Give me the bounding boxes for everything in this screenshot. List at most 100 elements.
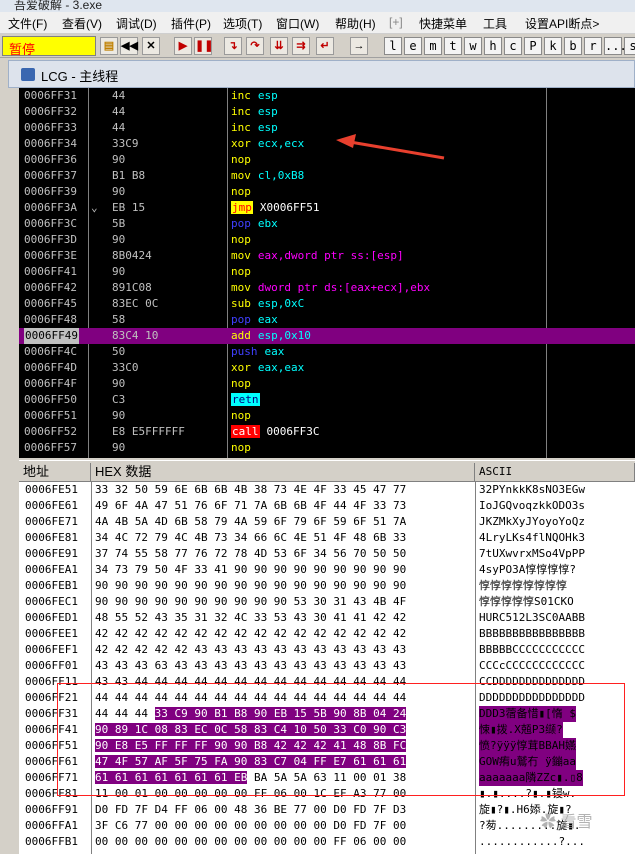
menu-tools[interactable]: 工具 [483, 15, 507, 32]
dump-header-hex[interactable]: HEX 数据 [91, 463, 475, 481]
disasm-row[interactable]: 0006FF4F 90 nop [19, 376, 635, 392]
pause-icon[interactable]: ❚❚ [194, 37, 213, 55]
disasm-row[interactable]: 0006FF34 33C9 xor ecx,ecx [19, 136, 635, 152]
open-icon[interactable]: ▤ [100, 37, 118, 55]
disasm-row[interactable]: 0006FF37 B1 B8 mov cl,0xB8 [19, 168, 635, 184]
disasm-row[interactable]: 0006FF33 44 inc esp [19, 120, 635, 136]
disasm-address: 0006FF31 [24, 89, 77, 102]
disasm-hex: EB 15 [112, 201, 146, 214]
window-handles-button[interactable]: h [484, 37, 502, 55]
dump-hex-plain: 42 42 42 42 42 42 42 42 42 42 42 42 42 4… [95, 627, 407, 640]
go-to-icon[interactable]: → [350, 37, 368, 55]
disasm-row[interactable]: 0006FF4D 33C0 xor eax,eax [19, 360, 635, 376]
disasm-hex: 33C0 [112, 361, 139, 374]
disasm-row[interactable]: 0006FF48 58 pop eax [19, 312, 635, 328]
disasm-instruction: jmp X0006FF51 [231, 200, 319, 216]
window-memory-button[interactable]: m [424, 37, 442, 55]
disasm-row[interactable]: 0006FF41 90 nop [19, 264, 635, 280]
dump-row[interactable]: 0006FE51 33 32 50 59 6E 6B 6B 4B 38 73 4E… [19, 482, 635, 498]
menu-options[interactable]: 选项(T) [223, 15, 262, 32]
menu-shortcuts[interactable]: 快捷菜单 [419, 15, 467, 32]
dump-address: 0006FE81 [25, 531, 78, 544]
disasm-row[interactable]: 0006FF3C 5B pop ebx [19, 216, 635, 232]
disasm-instruction: inc esp [231, 104, 278, 120]
dump-row[interactable]: 0006FFB1 00 00 00 00 00 00 00 00 00 00 00… [19, 834, 635, 850]
window-modules-button[interactable]: e [404, 37, 422, 55]
dump-row[interactable]: 0006FEB1 90 90 90 90 90 90 90 90 90 90 90… [19, 578, 635, 594]
disasm-row[interactable]: 0006FF32 44 inc esp [19, 104, 635, 120]
window-threads-button[interactable]: t [444, 37, 462, 55]
dump-address: 0006FEC1 [25, 595, 78, 608]
dump-row[interactable]: 0006FEA1 34 73 79 50 4F 33 41 90 90 90 90… [19, 562, 635, 578]
menu-help[interactable]: 帮助(H) [335, 15, 376, 32]
disasm-row[interactable]: 0006FF50 C3 retn [19, 392, 635, 408]
dump-address: 0006FEB1 [25, 579, 78, 592]
disasm-row[interactable]: 0006FF4C 50 push eax [19, 344, 635, 360]
disasm-address: 0006FF50 [24, 393, 77, 406]
disasm-row[interactable]: 0006FF51 90 nop [19, 408, 635, 424]
disasm-address: 0006FF3E [24, 249, 77, 262]
window-log-button[interactable]: l [384, 37, 402, 55]
disasm-row[interactable]: 0006FF3A ⌄ EB 15 jmp X0006FF51 [19, 200, 635, 216]
dump-header-ascii[interactable]: ASCII [475, 463, 635, 481]
step-over-icon[interactable]: ↷ [246, 37, 264, 55]
disasm-row[interactable]: 0006FF3E 8B0424 mov eax,dword ptr ss:[esp] [19, 248, 635, 264]
dump-row[interactable]: 0006FE61 49 6F 4A 47 51 76 6F 71 7A 6B 6B… [19, 498, 635, 514]
window-patches-button[interactable]: P [524, 37, 542, 55]
disasm-row[interactable]: 0006FF39 90 nop [19, 184, 635, 200]
dump-hex-plain: 4A 4B 5A 4D 6B 58 79 4A 59 6F 79 6F 59 6… [95, 515, 407, 528]
execute-till-return-icon[interactable]: ↵ [316, 37, 334, 55]
menu-view[interactable]: 查看(V) [62, 15, 102, 32]
disasm-operands: ebx [257, 217, 278, 230]
menu-file[interactable]: 文件(F) [8, 15, 47, 32]
disasm-row[interactable]: 0006FF3D 90 nop [19, 232, 635, 248]
window-windows-button[interactable]: w [464, 37, 482, 55]
disasm-row[interactable]: 0006FF31 44 inc esp [19, 88, 635, 104]
disasm-hex: 5B [112, 217, 126, 230]
menu-plus[interactable]: [+] [389, 15, 403, 29]
trace-into-icon[interactable]: ⇊ [270, 37, 288, 55]
disasm-instruction: mov dword ptr ds:[eax+ecx],ebx [231, 280, 430, 296]
window-more-button[interactable]: ... [604, 37, 627, 55]
disasm-row[interactable]: 0006FF36 90 nop [19, 152, 635, 168]
window-source-button[interactable]: s [624, 37, 635, 55]
menu-api-breakpoints[interactable]: 设置API断点> [525, 15, 599, 32]
dump-hex-bytes: 42 42 42 42 42 42 42 42 42 42 42 42 42 4… [95, 626, 406, 642]
window-references-button[interactable]: r [584, 37, 602, 55]
dump-row[interactable]: 0006FEF1 42 42 42 42 42 43 43 43 43 43 43… [19, 642, 635, 658]
disasm-row[interactable]: 0006FF45 83EC 0C sub esp,0xC [19, 296, 635, 312]
dump-ascii: ............?... [479, 835, 585, 848]
disasm-row[interactable]: 0006FF52 E8 E5FFFFFF call 0006FF3C [19, 424, 635, 440]
window-breakpoints-button[interactable]: b [564, 37, 582, 55]
disasm-operands: esp,0xC [257, 297, 305, 310]
restart-icon[interactable]: ◀◀ [120, 37, 138, 55]
disasm-row[interactable]: 0006FF57 90 nop [19, 440, 635, 456]
status-paused: 暂停 [2, 36, 96, 57]
disassembly-pane[interactable]: 0006FF31 44 inc esp 0006FF32 44 inc esp 0006FF33… [19, 88, 635, 458]
step-into-icon[interactable]: ↴ [224, 37, 242, 55]
menu-plugins[interactable]: 插件(P) [171, 15, 211, 32]
hex-dump-pane[interactable]: 0006FE51 33 32 50 59 6E 6B 6B 4B 38 73 4E… [19, 482, 635, 854]
disasm-instruction: nop [231, 264, 258, 280]
dump-row[interactable]: 0006FED1 48 55 52 43 35 31 32 4C 33 53 43… [19, 610, 635, 626]
disasm-instruction: nop [231, 408, 258, 424]
disasm-row[interactable]: 0006FF42 891C08 mov dword ptr ds:[eax+ecx],… [19, 280, 635, 296]
dump-row[interactable]: 0006FEC1 90 90 90 90 90 90 90 90 90 90 53… [19, 594, 635, 610]
dump-row[interactable]: 0006FE91 37 74 55 58 77 76 72 78 4D 53 6F… [19, 546, 635, 562]
close-icon[interactable]: ✕ [142, 37, 160, 55]
menu-window[interactable]: 窗口(W) [276, 15, 319, 32]
disasm-address: 0006FF32 [24, 105, 77, 118]
run-icon[interactable]: ▶ [174, 37, 192, 55]
trace-over-icon[interactable]: ⇉ [292, 37, 310, 55]
dump-row[interactable]: 0006FEE1 42 42 42 42 42 42 42 42 42 42 42… [19, 626, 635, 642]
dump-hex-bytes: 49 6F 4A 47 51 76 6F 71 7A 6B 6B 4F 44 4… [95, 498, 406, 514]
window-cpu-button[interactable]: c [504, 37, 522, 55]
dump-row[interactable]: 0006FF01 43 43 43 63 43 43 43 43 43 43 43… [19, 658, 635, 674]
window-callstack-button[interactable]: k [544, 37, 562, 55]
disasm-row[interactable]: 0006FF49 83C4 10 add esp,0x10 [19, 328, 635, 344]
dump-header-address[interactable]: 地址 [19, 463, 91, 481]
disasm-mnemonic: inc [231, 105, 251, 118]
dump-row[interactable]: 0006FE81 34 4C 72 79 4C 4B 73 34 66 6C 4E… [19, 530, 635, 546]
menu-debug[interactable]: 调试(D) [116, 15, 157, 32]
dump-row[interactable]: 0006FE71 4A 4B 5A 4D 6B 58 79 4A 59 6F 79… [19, 514, 635, 530]
